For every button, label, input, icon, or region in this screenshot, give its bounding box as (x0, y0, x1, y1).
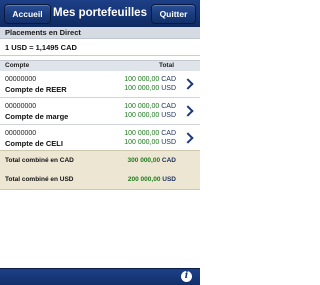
column-account: Compte (5, 62, 30, 69)
chevron-right-icon[interactable] (182, 78, 194, 90)
account-number: 00000000 (5, 130, 37, 137)
account-name: Compte de marge (5, 112, 69, 121)
account-number: 00000000 (5, 103, 37, 110)
total-cad-value: 300 000,00 CAD (127, 157, 176, 164)
app-frame: Accueil Mes portefeuilles Quitter Placem… (0, 0, 200, 285)
chevron-right-icon[interactable] (182, 105, 194, 117)
exchange-rate: 1 USD = 1,1495 CAD (0, 40, 200, 56)
amount-usd: 100 000,00 USD (124, 112, 176, 119)
back-button[interactable]: Accueil (4, 4, 51, 24)
totals-panel: Total combiné en CAD 300 000,00 CAD Tota… (0, 150, 200, 190)
account-name: Compte de CELI (5, 139, 63, 148)
account-row-celi[interactable]: 00000000 Compte de CELI 100 000,00 CAD 1… (0, 125, 200, 152)
total-cad-label: Total combiné en CAD (5, 157, 74, 164)
chevron-right-icon[interactable] (182, 132, 194, 144)
total-cad-row: Total combiné en CAD 300 000,00 CAD (0, 151, 200, 170)
nav-bar: Accueil Mes portefeuilles Quitter (0, 0, 200, 28)
amount-cad: 100 000,00 CAD (124, 103, 176, 110)
account-name: Compte de REER (5, 85, 67, 94)
account-row-marge[interactable]: 00000000 Compte de marge 100 000,00 CAD … (0, 98, 200, 125)
page-title: Mes portefeuilles (53, 7, 147, 19)
column-total: Total (158, 62, 174, 69)
total-usd-row: Total combiné en USD 200 000,00 USD (0, 170, 200, 189)
account-number: 00000000 (5, 76, 37, 83)
amount-usd: 100 000,00 USD (124, 85, 176, 92)
total-usd-value: 200 000,00 USD (127, 176, 176, 183)
info-icon[interactable]: i (181, 271, 192, 282)
account-row-reer[interactable]: 00000000 Compte de REER 100 000,00 CAD 1… (0, 71, 200, 98)
amount-usd: 100 000,00 USD (124, 139, 176, 146)
bottom-toolbar: i (0, 268, 200, 285)
quit-button[interactable]: Quitter (151, 4, 196, 24)
section-header: Placements en Direct (0, 27, 200, 39)
amount-cad: 100 000,00 CAD (124, 76, 176, 83)
amount-cad: 100 000,00 CAD (124, 130, 176, 137)
total-usd-label: Total combiné en USD (5, 176, 74, 183)
